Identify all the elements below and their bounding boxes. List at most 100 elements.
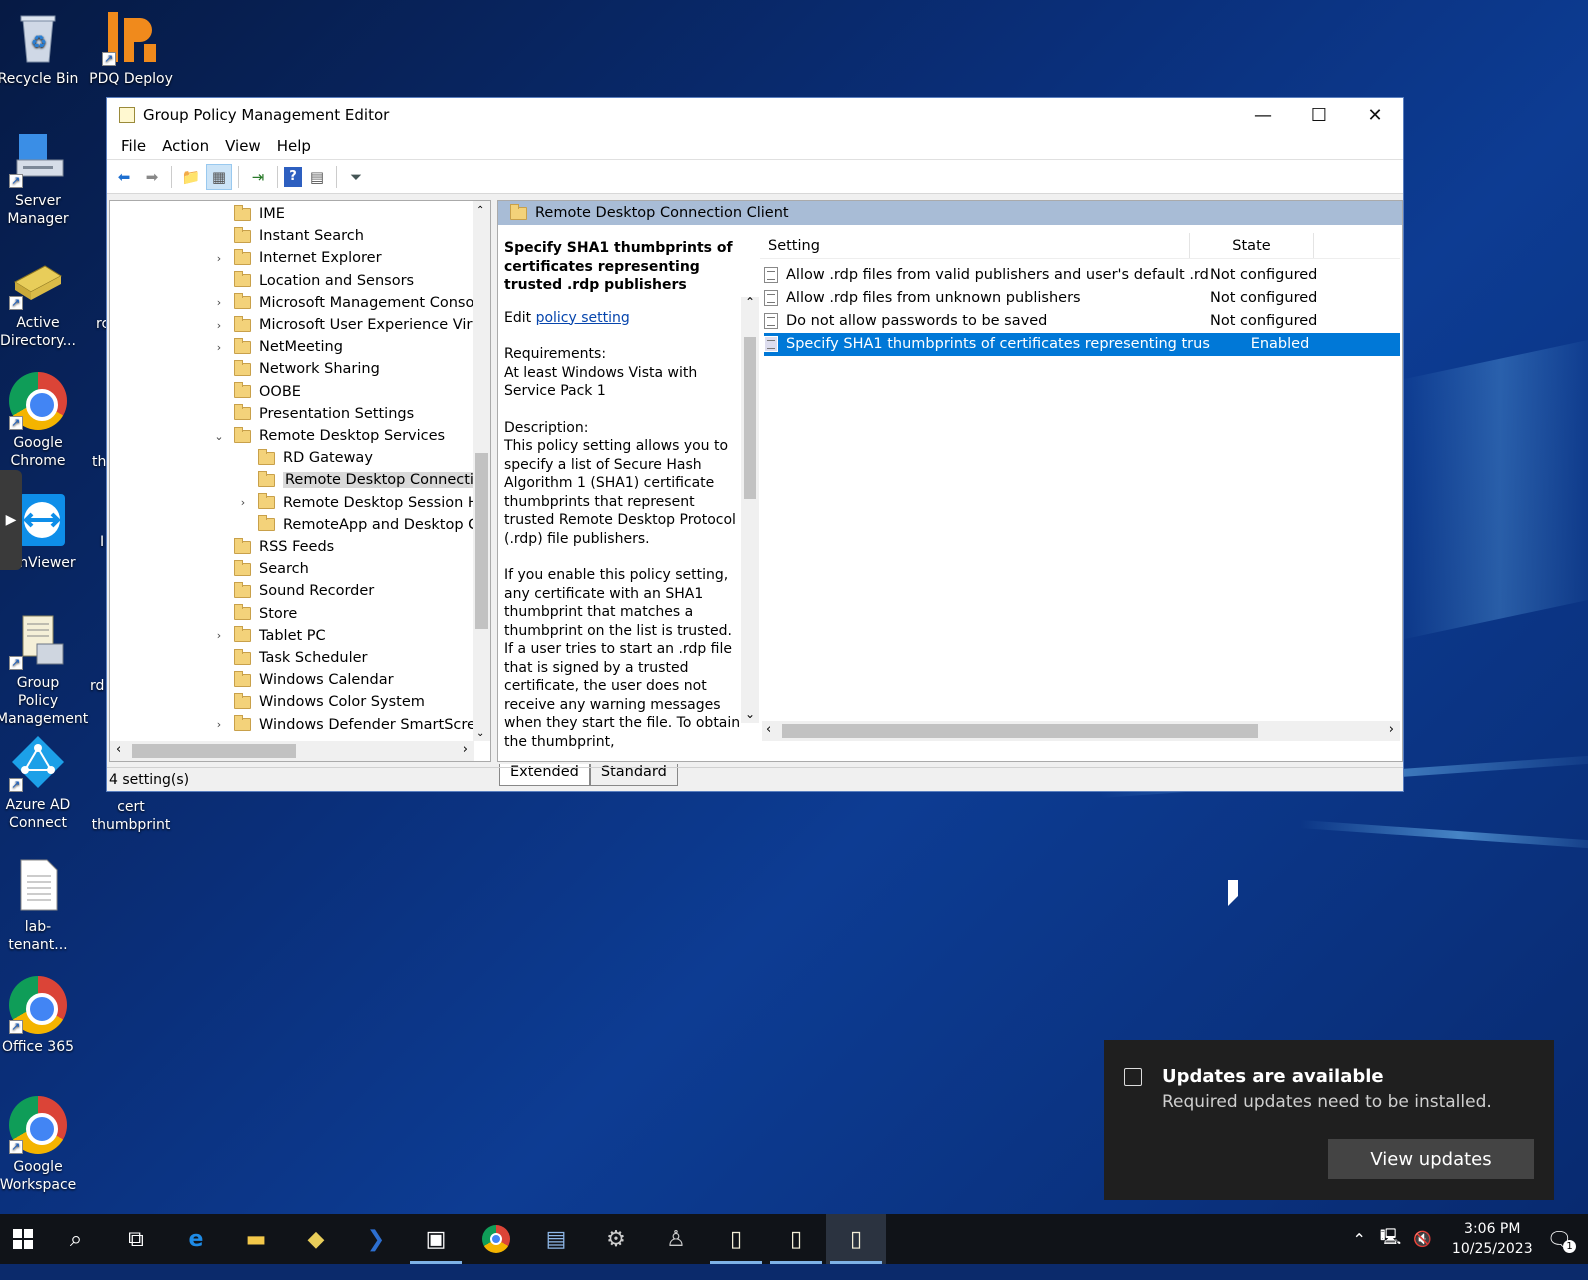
chevron-right-icon[interactable]: › [212,319,226,332]
description-scrollbar[interactable]: ⌃ ⌄ [741,295,759,723]
powershell-icon[interactable]: ❯ [346,1214,406,1264]
scroll-down-icon[interactable]: ⌄ [745,707,755,721]
desktop-icon-office-365[interactable]: Office 365 [0,976,80,1056]
desktop-icon-cert-thumbprint[interactable]: cert thumbprint [89,798,173,834]
scroll-left-icon[interactable]: ‹ [116,742,121,757]
tree-node[interactable]: IME [212,203,285,225]
task-view-icon[interactable]: ⧉ [106,1214,166,1264]
list-horizontal-scrollbar[interactable]: ‹ › [762,721,1400,741]
title-bar[interactable]: Group Policy Management Editor — ☐ ✕ [107,98,1403,132]
tree-hscroll-thumb[interactable] [132,744,296,758]
tree-node[interactable]: Location and Sensors [212,270,414,292]
tree-node[interactable]: › Microsoft Management Console [212,292,487,314]
group-policy-taskbar-icon[interactable]: ▯ [766,1214,826,1264]
tree-horizontal-scrollbar[interactable]: ‹ › [110,741,474,761]
tree-node[interactable]: Windows Calendar [212,669,394,691]
tree-node[interactable]: › Remote Desktop Session Hos [236,492,490,514]
desktop-icon-lab-tenant[interactable]: lab-tenant... [0,856,80,954]
settings-gear-icon[interactable]: ⚙ [586,1214,646,1264]
view-updates-button[interactable]: View updates [1328,1139,1534,1179]
chevron-right-icon[interactable]: › [212,296,226,309]
notepad-icon[interactable]: ▯ [706,1214,766,1264]
tree-node[interactable]: Task Scheduler [212,647,368,669]
tree-node[interactable]: RemoteApp and Desktop Cor [236,514,490,536]
desktop-icon-server-manager[interactable]: Server Manager [0,130,80,228]
chrome-taskbar-icon[interactable] [466,1214,526,1264]
tree-node[interactable]: Sound Recorder [212,580,374,602]
scroll-right-icon[interactable]: › [1389,722,1394,737]
column-setting[interactable]: Setting [760,233,1190,258]
setting-row[interactable]: Do not allow passwords to be saved Not co… [764,310,1400,333]
tree-node[interactable]: › Windows Defender SmartScreen [212,714,490,736]
list-hscroll-thumb[interactable] [782,724,1258,738]
minimize-button[interactable]: — [1235,98,1291,132]
update-notification[interactable]: Updates are available Required updates n… [1104,1040,1554,1200]
close-button[interactable]: ✕ [1347,98,1403,132]
chevron-right-icon[interactable]: › [212,629,226,642]
scroll-down-icon[interactable]: ⌄ [476,728,484,739]
maximize-button[interactable]: ☐ [1291,98,1347,132]
desktop-icon-azure-ad-connect[interactable]: Azure AD Connect [0,734,80,832]
scroll-up-icon[interactable]: ⌃ [476,205,484,216]
tree-node[interactable]: RD Gateway [236,447,373,469]
chevron-right-icon[interactable]: › [236,496,250,509]
tree-node[interactable]: ⌄ Remote Desktop Services [212,425,445,447]
back-arrow-icon[interactable]: ⬅ [111,164,137,190]
scroll-left-icon[interactable]: ‹ [766,722,771,737]
notification-center-icon[interactable]: 🗨 1 [1547,1227,1576,1253]
edit-policy-link[interactable]: policy setting [536,310,630,326]
desktop-icon-recycle-bin[interactable]: ♻ Recycle Bin [0,8,80,88]
scroll-right-icon[interactable]: › [463,742,468,757]
menu-view[interactable]: View [217,137,269,155]
tree-node[interactable]: › Internet Explorer [212,247,382,269]
tree-node[interactable]: Presentation Settings [212,403,414,425]
desktop-icon-group-policy[interactable]: Group Policy Management [0,612,88,728]
volume-muted-icon[interactable]: 🔇 [1413,1230,1432,1248]
tree-node[interactable]: OOBE [212,381,301,403]
up-folder-icon[interactable]: 📁 [178,164,204,190]
setting-row[interactable]: Specify SHA1 thumbprints of certificates… [764,332,1400,356]
tree-node[interactable]: › Tablet PC [212,625,326,647]
tree-node[interactable]: › NetMeeting [212,336,343,358]
chevron-right-icon[interactable]: › [212,718,226,731]
setting-row[interactable]: Allow .rdp files from valid publishers a… [764,263,1400,286]
tree-node[interactable]: Windows Color System [212,691,425,713]
side-panel-handle[interactable]: ▶ [0,470,22,570]
chevron-right-icon[interactable]: › [212,252,226,265]
active-directory-taskbar-icon[interactable]: ◆ [286,1214,346,1264]
network-icon[interactable]: 🖳 [1380,1226,1401,1253]
chevron-right-icon[interactable]: › [212,341,226,354]
gpme-taskbar-icon[interactable]: ▯ [826,1214,886,1264]
file-explorer-icon[interactable]: ▬ [226,1214,286,1264]
forward-arrow-icon[interactable]: ➡ [139,164,165,190]
tree-node[interactable]: Store [212,603,297,625]
tree-node[interactable]: Instant Search [212,225,364,247]
desktop-icon-pdq-deploy[interactable]: PDQ Deploy [89,8,173,88]
chevron-down-icon[interactable]: ⌄ [212,430,226,443]
clock[interactable]: 3:06 PM 10/25/2023 [1452,1219,1533,1259]
internet-explorer-icon[interactable]: e [166,1214,226,1264]
filter-icon[interactable]: ⏷ [343,164,369,190]
tree-node[interactable]: Remote Desktop Connection [236,469,490,491]
menu-help[interactable]: Help [269,137,319,155]
desktop-icon-active-directory[interactable]: Active Directory... [0,252,80,350]
server-manager-taskbar-icon[interactable]: ▤ [526,1214,586,1264]
scroll-up-icon[interactable]: ⌃ [745,295,755,309]
chevron-up-icon[interactable]: ⌃ [1352,1230,1365,1249]
export-list-icon[interactable]: ⇥ [245,164,271,190]
show-hide-tree-icon[interactable]: ▦ [206,163,232,190]
description-scroll-thumb[interactable] [744,337,756,499]
tree-node[interactable]: › Microsoft User Experience Virtual [212,314,490,336]
command-prompt-icon[interactable]: ▣ [406,1214,466,1264]
tree-node[interactable]: Network Sharing [212,358,380,380]
desktop-icon-google-workspace[interactable]: Google Workspace [0,1096,80,1194]
column-state[interactable]: State [1190,233,1314,258]
network-tool-icon[interactable]: ♙ [646,1214,706,1264]
setting-row[interactable]: Allow .rdp files from unknown publishers… [764,286,1400,309]
menu-action[interactable]: Action [154,137,217,155]
help-icon[interactable]: ? [284,166,302,187]
tree-vertical-scrollbar[interactable]: ⌃ ⌄ [473,201,490,741]
search-icon[interactable]: ⌕ [46,1214,106,1264]
tree-node[interactable]: RSS Feeds [212,536,334,558]
tree-node[interactable]: Search [212,558,309,580]
